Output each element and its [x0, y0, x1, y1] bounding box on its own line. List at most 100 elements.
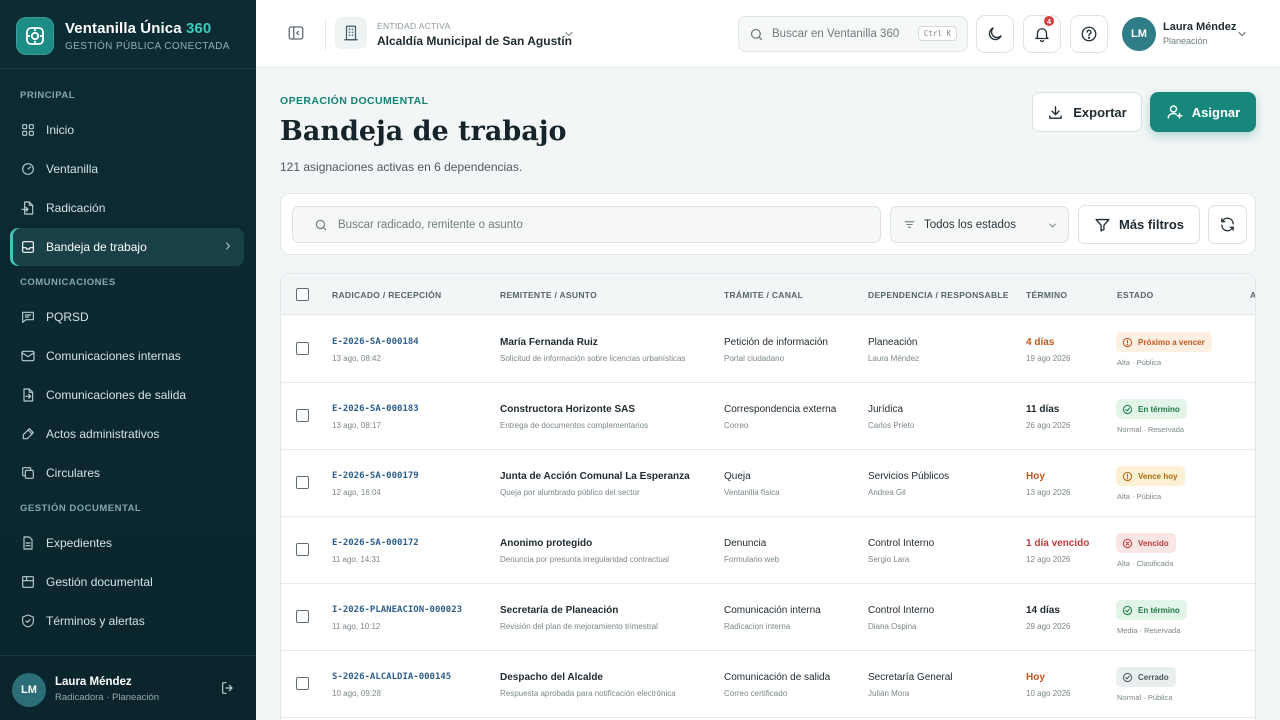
column-header[interactable]: REMITENTE / ASUNTO [500, 290, 597, 300]
table-row[interactable]: E-2026-SA-000179 12 ago, 16:04 Junta de Ac… [281, 450, 1255, 517]
records-search-input[interactable]: Buscar radicado, remitente o asunto [292, 206, 881, 243]
sidebar-item-actos-administrativos[interactable]: Actos administrativos [10, 415, 244, 453]
status-filter-select[interactable]: Todos los estados [890, 206, 1069, 243]
procedure-type: Queja [724, 471, 751, 482]
sidebar-item-terminos-y-alertas[interactable]: Términos y alertas [10, 602, 244, 640]
column-header[interactable]: DEPENDENCIA / RESPONSABLE [868, 290, 1009, 300]
sidebar-item-inicio[interactable]: Inicio [10, 111, 244, 149]
row-checkbox[interactable] [296, 342, 309, 355]
column-header[interactable]: A [1250, 290, 1255, 300]
term-date: 29 ago 2026 [1026, 622, 1071, 631]
record-id-link[interactable]: S-2026-ALCALDIA-000145 [332, 672, 451, 682]
global-search-input[interactable]: Buscar en Ventanilla 360 Ctrl K [738, 16, 968, 52]
sidebar-item-radicacion[interactable]: Radicación [10, 189, 244, 227]
collapse-sidebar-icon[interactable] [287, 24, 305, 42]
sidebar-item-pqrsd[interactable]: PQRSD [10, 298, 244, 336]
x-circle-icon [1122, 538, 1133, 549]
signature-icon [20, 426, 36, 442]
priority-privacy: Alta · Pública [1117, 492, 1162, 501]
status-label: En término [1138, 404, 1180, 414]
sort-lines-icon [903, 218, 916, 231]
sidebar-item-expedientes[interactable]: Expedientes [10, 524, 244, 562]
entity-label: ENTIDAD ACTIVA [377, 21, 451, 31]
entity-selector[interactable]: Alcaldía Municipal de San Agustín [377, 34, 572, 48]
sender-name: Despacho del Alcalde [500, 672, 603, 683]
assign-button[interactable]: Asignar [1150, 92, 1256, 132]
sender-name: Constructora Horizonte SAS [500, 404, 636, 415]
sidebar-item-circulares[interactable]: Circulares [10, 454, 244, 492]
status-badge: Cerrado [1116, 667, 1176, 687]
logout-icon[interactable] [220, 680, 236, 696]
owner-name: Sergio Lara [868, 555, 910, 564]
avatar[interactable]: LM [12, 673, 46, 707]
sidebar-item-ventanilla[interactable]: Ventanilla [10, 150, 244, 188]
table-row[interactable]: E-2026-SA-000183 13 ago, 08:17 Constructor… [281, 383, 1255, 450]
status-label: Vence hoy [1138, 471, 1178, 481]
mail-icon [20, 348, 36, 364]
status-badge: Vencido [1116, 533, 1176, 553]
sidebar-item-label: Bandeja de trabajo [46, 240, 147, 254]
theme-toggle-button[interactable] [976, 15, 1014, 53]
column-header[interactable]: TRÁMITE / CANAL [724, 290, 803, 300]
copy-icon [20, 465, 36, 481]
archive-icon [20, 574, 36, 590]
refresh-button[interactable] [1208, 205, 1247, 244]
chevron-down-icon [1047, 220, 1058, 231]
more-filters-button[interactable]: Más filtros [1078, 205, 1200, 244]
notification-badge: 4 [1043, 15, 1055, 27]
term-value: 4 días [1026, 337, 1055, 348]
gauge-icon [20, 161, 36, 177]
user-plus-icon [1166, 103, 1192, 121]
received-date: 13 ago, 08:42 [332, 354, 381, 363]
record-id-link[interactable]: I-2026-PLANEACION-000023 [332, 605, 462, 615]
check-circle-icon [1122, 672, 1133, 683]
export-button[interactable]: Exportar [1032, 92, 1142, 132]
more-filters-label: Más filtros [1118, 217, 1184, 232]
chevron-down-icon[interactable] [563, 28, 575, 40]
term-value: 14 días [1026, 605, 1060, 616]
record-id-link[interactable]: E-2026-SA-000172 [332, 538, 419, 548]
channel-text: Correo [724, 421, 749, 430]
priority-privacy: Alta · Pública [1117, 358, 1162, 367]
sidebar-item-bandeja-de-trabajo[interactable]: Bandeja de trabajo [10, 228, 244, 266]
status-filter-value: Todos los estados [924, 218, 1017, 231]
sidebar-item-gestion-documental[interactable]: Gestión documental [10, 563, 244, 601]
help-button[interactable] [1070, 15, 1108, 53]
brand[interactable]: Ventanilla Única 360 GESTIÓN PÚBLICA CON… [16, 16, 230, 56]
column-header[interactable]: ESTADO [1117, 290, 1154, 300]
subject-text: Revisión del plan de mejoramiento trimes… [500, 622, 658, 631]
department-name: Control Interno [868, 538, 935, 549]
row-checkbox[interactable] [296, 543, 309, 556]
help-icon [1080, 25, 1098, 43]
term-date: 12 ago 2026 [1026, 555, 1071, 564]
table-row[interactable]: E-2026-SA-000184 13 ago, 08:42 María Ferna… [281, 316, 1255, 383]
priority-privacy: Media · Reservada [1117, 626, 1181, 635]
table-header: RADICADO / RECEPCIÓN REMITENTE / ASUNTO … [281, 274, 1255, 315]
global-search-placeholder: Buscar en Ventanilla 360 [772, 28, 900, 40]
row-checkbox[interactable] [296, 476, 309, 489]
user-menu[interactable]: LM Laura Méndez Planeación [1122, 17, 1246, 51]
column-header[interactable]: TÉRMINO [1026, 290, 1067, 300]
record-id-link[interactable]: E-2026-SA-000184 [332, 337, 419, 347]
department-name: Planeación [868, 337, 918, 348]
sidebar-item-comunicaciones-internas[interactable]: Comunicaciones internas [10, 337, 244, 375]
row-checkbox[interactable] [296, 409, 309, 422]
sidebar-item-comunicaciones-de-salida[interactable]: Comunicaciones de salida [10, 376, 244, 414]
sidebar-item-label: Actos administrativos [46, 427, 160, 441]
sidebar-divider [0, 68, 256, 69]
row-checkbox[interactable] [296, 610, 309, 623]
record-id-link[interactable]: E-2026-SA-000179 [332, 471, 419, 481]
record-id-link[interactable]: E-2026-SA-000183 [332, 404, 419, 414]
table-row[interactable]: E-2026-SA-000172 11 ago, 14:31 Anonimo pro… [281, 517, 1255, 584]
row-checkbox[interactable] [296, 677, 309, 690]
sender-name: María Fernanda Ruiz [500, 337, 598, 348]
owner-name: Diana Ospina [868, 622, 917, 631]
table-row[interactable]: I-2026-PLANEACION-000023 11 ago, 10:12 Sec… [281, 584, 1255, 651]
notifications-button[interactable]: 4 [1023, 15, 1061, 53]
column-header[interactable]: RADICADO / RECEPCIÓN [332, 290, 441, 300]
owner-name: Carlos Prieto [868, 421, 915, 430]
table-row[interactable]: S-2026-ALCALDIA-000145 10 ago, 09:28 Despa… [281, 651, 1255, 718]
select-all-checkbox[interactable] [296, 288, 309, 301]
department-name: Secretaría General [868, 672, 953, 683]
sender-name: Anonimo protegido [500, 538, 593, 549]
